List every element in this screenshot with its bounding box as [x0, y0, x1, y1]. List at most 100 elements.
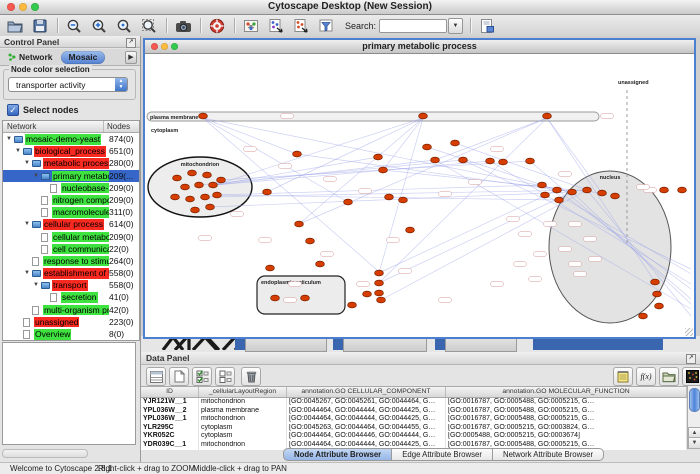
float-panel-icon[interactable]: ↗ — [686, 354, 696, 364]
background-window-fragment[interactable] — [343, 337, 427, 352]
network-node[interactable] — [399, 197, 408, 203]
tree-row-nitrogen-compo[interactable]: nitrogen compo209(0) — [3, 194, 139, 206]
network-node[interactable] — [375, 290, 384, 296]
network-node[interactable] — [203, 172, 212, 178]
network-node[interactable] — [526, 158, 535, 164]
network-node[interactable] — [363, 291, 372, 297]
tree-row-cellular-metabo[interactable]: cellular metabo209(0) — [3, 231, 139, 243]
save-session-icon[interactable] — [30, 17, 50, 35]
tree-row-unassigned[interactable]: unassigned223(0) — [3, 316, 139, 328]
column-header-nodes[interactable]: Nodes — [107, 122, 130, 131]
network-node[interactable] — [459, 157, 468, 163]
network-node[interactable] — [374, 154, 383, 160]
tree-row-response-to-stimulu[interactable]: response to stimulu264(0) — [3, 255, 139, 267]
tree-row-metabolic-process[interactable]: ▼metabolic process280(0) — [3, 157, 139, 169]
table-row[interactable]: YPL036W__1mitochondrion[GO:0044464, GO:0… — [141, 415, 687, 424]
background-window-fragment[interactable] — [445, 337, 517, 352]
select-nodes-checkbox[interactable]: ✓ — [7, 104, 19, 116]
network-node[interactable] — [173, 175, 182, 181]
zoom-in-icon[interactable] — [89, 17, 109, 35]
help-icon[interactable] — [207, 17, 227, 35]
expander-icon[interactable]: ▼ — [33, 172, 39, 180]
network-node[interactable] — [209, 182, 218, 188]
network-node[interactable] — [379, 167, 388, 173]
table-row[interactable]: YKR052Ccytoplasm[GO:0044464, GO:0044446,… — [141, 432, 687, 441]
network-node[interactable] — [191, 207, 200, 213]
network-canvas[interactable]: plasma membranecytoplasmmitochondrionnuc… — [145, 54, 694, 336]
network-node[interactable] — [186, 196, 195, 202]
tree-row-mosaic-demo-yeast[interactable]: ▼mosaic-demo-yeast874(0) — [3, 133, 139, 145]
network-node[interactable] — [499, 159, 508, 165]
network-node[interactable] — [263, 189, 272, 195]
network-node[interactable] — [385, 194, 394, 200]
more-tabs-arrow-icon[interactable]: ▶ — [125, 51, 137, 64]
network-node[interactable] — [217, 177, 226, 183]
table-column-header[interactable]: annotation.GO CELLULAR_COMPONENT — [287, 387, 446, 397]
network-node[interactable] — [306, 238, 315, 244]
tree-row-cell-communicat[interactable]: cell communicat22(0) — [3, 243, 139, 255]
tree-row-cellular-process[interactable]: ▼cellular process614(0) — [3, 218, 139, 230]
search-dropdown-icon[interactable]: ▼ — [448, 18, 463, 34]
scroll-down-icon[interactable]: ▼ — [688, 437, 700, 449]
tree-row-nucleobase-[interactable]: nucleobase-209(0) — [3, 182, 139, 194]
background-window-fragment[interactable] — [245, 337, 327, 352]
zoom-selected-icon[interactable] — [114, 17, 134, 35]
delete-attribute-icon[interactable] — [241, 367, 261, 386]
network-node[interactable] — [406, 227, 415, 233]
network-node[interactable] — [431, 157, 440, 163]
scrollbar-thumb[interactable] — [689, 388, 700, 412]
network-node[interactable] — [348, 302, 357, 308]
network-node[interactable] — [419, 113, 428, 119]
network-node[interactable] — [423, 144, 432, 150]
network-node[interactable] — [639, 313, 648, 319]
new-attribute-icon[interactable] — [169, 367, 189, 386]
tree-row-macromolecule[interactable]: macromolecule311(0) — [3, 206, 139, 218]
table-row[interactable]: YPL036W__2plasma membrane[GO:0044464, GO… — [141, 407, 687, 416]
tab-node-attribute-browser[interactable]: Node Attribute Browser — [283, 448, 392, 461]
network-node[interactable] — [660, 187, 669, 193]
network-node[interactable] — [541, 192, 550, 198]
birds-eye-view[interactable] — [2, 342, 136, 445]
network-node[interactable] — [213, 192, 222, 198]
network-node[interactable] — [195, 182, 204, 188]
network-node[interactable] — [451, 140, 460, 146]
network-node[interactable] — [295, 221, 304, 227]
expander-icon[interactable]: ▼ — [33, 281, 39, 289]
expander-icon[interactable]: ▼ — [24, 269, 30, 277]
table-column-header[interactable]: annotation.GO MOLECULAR_FUNCTION — [446, 387, 687, 397]
network-node[interactable] — [199, 113, 208, 119]
zoom-fit-icon[interactable] — [139, 17, 159, 35]
network-node[interactable] — [568, 189, 577, 195]
zoom-out-icon[interactable] — [64, 17, 84, 35]
network-node[interactable] — [344, 199, 353, 205]
network-node[interactable] — [201, 194, 210, 200]
float-panel-icon[interactable]: ↗ — [126, 38, 136, 48]
network-node[interactable] — [375, 270, 384, 276]
network-node[interactable] — [375, 280, 384, 286]
tab-network[interactable]: Network — [0, 51, 61, 64]
layout-attribute-icon[interactable] — [291, 17, 311, 35]
notepad-icon[interactable] — [613, 367, 633, 386]
tab-edge-attribute-browser[interactable]: Edge Attribute Browser — [392, 448, 493, 461]
tab-mosaic[interactable]: Mosaic — [61, 51, 106, 64]
tree-row-establishment-of-lo[interactable]: ▼establishment of lo558(0) — [3, 267, 139, 279]
network-node[interactable] — [555, 197, 564, 203]
network-node[interactable] — [553, 187, 562, 193]
network-node[interactable] — [266, 265, 275, 271]
network-node[interactable] — [678, 187, 687, 193]
snapshot-icon[interactable] — [173, 17, 193, 35]
select-attributes-icon[interactable] — [192, 367, 212, 386]
tree-row-multi-organism-pro[interactable]: multi-organism pro42(0) — [3, 304, 139, 316]
network-node[interactable] — [651, 279, 660, 285]
table-column-header[interactable]: ID — [141, 387, 199, 397]
network-window-titlebar[interactable]: primary metabolic process — [145, 40, 694, 54]
expander-icon[interactable]: ▼ — [6, 135, 12, 143]
tree-row-overview[interactable]: Overview8(0) — [3, 328, 139, 340]
filter-icon[interactable] — [316, 17, 336, 35]
attribute-matrix-icon[interactable] — [682, 367, 700, 386]
network-node[interactable] — [653, 291, 662, 297]
tree-row-biological-process[interactable]: ▼biological_process651(0) — [3, 145, 139, 157]
network-node[interactable] — [271, 295, 280, 301]
tree-row-primary-metabo[interactable]: ▼primary metabo209(... — [3, 170, 139, 182]
resize-grip-icon[interactable] — [685, 328, 693, 336]
